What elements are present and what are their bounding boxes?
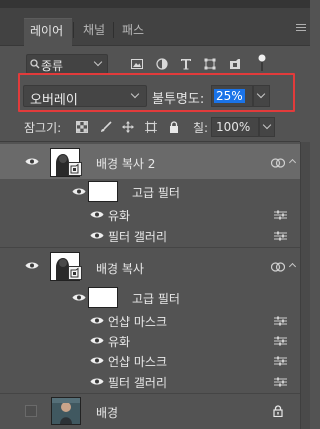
- smart-object-badge-icon: [68, 266, 82, 280]
- tab-paths-label: 패스: [122, 23, 145, 37]
- smart-object-badge-icon: [68, 162, 82, 176]
- lock-artboard-icon[interactable]: [145, 121, 157, 133]
- filter-blending-options-icon[interactable]: [274, 335, 287, 346]
- opacity-value: 25%: [214, 89, 245, 103]
- filter-blending-options-icon[interactable]: [274, 230, 287, 241]
- chevron-down-icon: [256, 89, 266, 99]
- chevron-down-icon: [262, 120, 272, 130]
- tab-bar: 레이어 채널 패스: [0, 0, 310, 46]
- panel-menu-icon[interactable]: [296, 24, 306, 33]
- collapse-effects-icon[interactable]: [288, 262, 297, 271]
- filter-toggle-icon[interactable]: [257, 54, 269, 71]
- type-filter-icon[interactable]: [180, 58, 192, 70]
- layer-row[interactable]: 배경: [0, 394, 300, 428]
- panel-top-strip: [0, 0, 310, 8]
- lock-row: 잠그기: 칠: 100%: [0, 116, 310, 138]
- filter-name: 필터 갤러리: [108, 230, 168, 244]
- lock-image-pixels-icon[interactable]: [100, 121, 112, 133]
- image-filter-icon[interactable]: [131, 58, 143, 70]
- fill-value: 100%: [216, 120, 251, 134]
- filter-name: 언샵 마스크: [108, 315, 168, 329]
- visibility-eye-icon[interactable]: [90, 231, 104, 240]
- layers-list: 배경 복사 2 고급 필터 유화 필터 갤러리 배경 복사 고급 필터 언샵 마…: [0, 142, 300, 429]
- lock-position-icon[interactable]: [122, 121, 134, 133]
- lock-all-icon[interactable]: [168, 121, 180, 133]
- visibility-toggle-empty[interactable]: [25, 405, 37, 417]
- filter-kind-select[interactable]: 종류: [26, 54, 108, 74]
- smart-filter-mask-thumbnail: [88, 181, 118, 202]
- filter-name: 필터 갤러리: [108, 376, 168, 390]
- tab-channels-label: 채널: [83, 23, 106, 37]
- visibility-eye-icon[interactable]: [25, 157, 39, 166]
- chevron-down-icon: [93, 57, 103, 67]
- filter-item-row[interactable]: 필터 갤러리: [0, 370, 300, 392]
- opacity-input[interactable]: 25%: [211, 85, 253, 107]
- visibility-eye-icon[interactable]: [90, 210, 104, 219]
- search-icon: [30, 59, 40, 72]
- layer-name: 배경 복사 2: [96, 157, 156, 171]
- filter-item-row[interactable]: 유화: [0, 330, 300, 350]
- layer-row[interactable]: 배경 복사 2: [0, 144, 300, 179]
- tab-paths[interactable]: 패스: [116, 18, 150, 46]
- layers-scrollbar[interactable]: [300, 142, 310, 429]
- filter-name: 유화: [108, 209, 131, 223]
- tab-separator: [113, 22, 114, 38]
- tab-channels[interactable]: 채널: [77, 18, 111, 46]
- filter-item-row[interactable]: 언샵 마스크: [0, 310, 300, 330]
- lock-transparent-pixels-icon[interactable]: [76, 121, 88, 133]
- filter-item-row[interactable]: 언샵 마스크: [0, 350, 300, 370]
- tab-layers-label: 레이어: [30, 24, 64, 38]
- filter-blending-options-icon[interactable]: [274, 209, 287, 220]
- layer-row[interactable]: 배경 복사: [0, 248, 300, 284]
- visibility-eye-icon[interactable]: [72, 187, 86, 196]
- layer-name: 배경: [96, 406, 119, 420]
- lock-icon: [272, 405, 284, 418]
- filter-blending-options-icon[interactable]: [274, 355, 287, 366]
- lock-label: 잠그기:: [24, 121, 62, 135]
- visibility-eye-icon[interactable]: [90, 377, 104, 386]
- smart-filter-name: 고급 필터: [132, 186, 180, 200]
- blend-mode-value: 오버레이: [30, 93, 78, 108]
- collapse-effects-icon[interactable]: [288, 158, 297, 167]
- filter-name: 유화: [108, 335, 131, 349]
- visibility-eye-icon[interactable]: [25, 261, 39, 270]
- tab-layers[interactable]: 레이어: [24, 18, 72, 46]
- filter-blending-options-icon[interactable]: [274, 376, 287, 387]
- layer-thumbnail: [51, 397, 81, 425]
- layer-name: 배경 복사: [96, 262, 144, 276]
- filter-blending-options-icon[interactable]: [274, 315, 287, 326]
- opacity-label: 불투명도:: [152, 92, 205, 107]
- filter-kind-label: 종류: [41, 59, 64, 73]
- smart-filters-icon: [270, 261, 286, 272]
- filter-name: 언샵 마스크: [108, 355, 168, 369]
- filter-item-row[interactable]: 유화: [0, 204, 300, 224]
- adjustment-filter-icon[interactable]: [156, 58, 168, 70]
- smart-filter-name: 고급 필터: [132, 292, 180, 306]
- visibility-eye-icon[interactable]: [90, 336, 104, 345]
- filter-item-row[interactable]: 필터 갤러리: [0, 224, 300, 246]
- tab-separator: [73, 22, 74, 38]
- visibility-eye-icon[interactable]: [72, 293, 86, 302]
- fill-label: 칠:: [193, 121, 209, 135]
- layers-panel: 레이어 채널 패스 종류 오버레이 불투명도: 25% 잠그기: 칠: 100%…: [0, 0, 310, 429]
- visibility-eye-icon[interactable]: [90, 356, 104, 365]
- smart-filter-row[interactable]: 고급 필터: [0, 284, 300, 310]
- fill-dropdown-button[interactable]: [259, 117, 275, 137]
- smart-object-filter-icon[interactable]: [229, 58, 241, 70]
- opacity-dropdown-button[interactable]: [253, 85, 270, 107]
- visibility-eye-icon[interactable]: [90, 316, 104, 325]
- smart-filters-icon: [270, 157, 286, 168]
- smart-filter-mask-thumbnail: [88, 287, 118, 308]
- chevron-down-icon: [130, 89, 140, 99]
- fill-input[interactable]: 100%: [211, 117, 259, 137]
- shape-filter-icon[interactable]: [204, 58, 216, 70]
- smart-filter-row[interactable]: 고급 필터: [0, 179, 300, 204]
- blend-mode-select[interactable]: 오버레이: [23, 85, 147, 108]
